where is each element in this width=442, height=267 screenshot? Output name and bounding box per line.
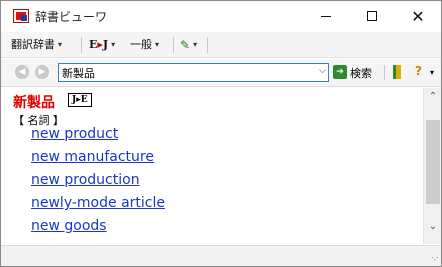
minimize-icon <box>321 15 331 17</box>
dictionary-app-icon <box>13 9 29 23</box>
close-icon: ✕ <box>411 6 425 26</box>
toolbar-separator <box>384 65 385 80</box>
headword: 新製品 <box>13 95 55 111</box>
back-arrow-icon[interactable]: ◀ <box>15 65 29 79</box>
status-bar: ⠐⠔ <box>1 245 441 266</box>
translation-link[interactable]: new manufacture <box>31 149 154 165</box>
chevron-down-icon[interactable]: ⌵ <box>319 66 326 76</box>
general-menu-label: 一般 <box>130 38 152 51</box>
toolbar-separator <box>173 37 174 53</box>
ej-direction-menu[interactable]: E▸J ▾ <box>89 37 115 53</box>
vertical-scrollbar[interactable]: ⌃ ⌄ <box>423 88 441 244</box>
resize-grip-icon[interactable]: ⠐⠔ <box>428 254 439 263</box>
forward-arrow-icon[interactable]: ▶ <box>35 65 49 79</box>
dictionary-viewer-window: 辞書ビューワ ✕ 翻訳辞書 ▾ E▸J ▾ 一般 ▾ ✎ ▾ ◀ ▶ ⌵ <box>0 0 442 267</box>
go-arrow-icon[interactable]: ➔ <box>333 65 347 79</box>
highlight-pen-icon: ✎ <box>180 38 191 52</box>
ej-direction-icon: E▸J <box>89 38 109 51</box>
help-icon[interactable]: ? <box>415 64 422 78</box>
translation-link[interactable]: newly-mode article <box>31 195 165 211</box>
dictionary-badge: J▸E <box>68 93 92 107</box>
translation-link[interactable]: new goods <box>31 218 107 234</box>
dictionary-menu-label: 翻訳辞書 <box>11 38 55 51</box>
search-button[interactable]: 検索 <box>350 65 372 81</box>
window-title: 辞書ビューワ <box>35 10 108 24</box>
chevron-down-icon: ▾ <box>155 40 160 49</box>
toolbar: 翻訳辞書 ▾ E▸J ▾ 一般 ▾ ✎ ▾ <box>1 32 441 58</box>
highlight-menu[interactable]: ✎ ▾ <box>180 37 197 53</box>
search-input[interactable] <box>59 64 312 81</box>
chevron-down-icon: ▾ <box>111 40 116 49</box>
scroll-up-icon[interactable]: ⌃ <box>424 88 442 106</box>
chevron-down-icon[interactable]: ▾ <box>430 68 434 77</box>
translation-link[interactable]: new production <box>31 172 140 188</box>
scrollbar-thumb[interactable] <box>426 120 440 204</box>
translation-link[interactable]: new product <box>31 126 118 142</box>
dictionary-menu[interactable]: 翻訳辞書 ▾ <box>11 37 62 53</box>
chevron-down-icon: ▾ <box>58 40 63 49</box>
minimize-button[interactable] <box>303 1 349 31</box>
search-combobox[interactable]: ⌵ <box>58 63 329 82</box>
result-pane: 新製品 J▸E 【 名詞 】 new product new manufactu… <box>1 88 423 244</box>
general-menu[interactable]: 一般 ▾ <box>130 37 159 53</box>
maximize-button[interactable] <box>349 1 395 31</box>
search-row: ◀ ▶ ⌵ ➔ 検索 ? ▾ <box>1 59 441 87</box>
bookmark-icon[interactable] <box>393 65 401 79</box>
toolbar-separator <box>81 37 82 53</box>
scroll-down-icon[interactable]: ⌄ <box>424 218 442 236</box>
maximize-icon <box>367 11 377 21</box>
title-bar[interactable]: 辞書ビューワ ✕ <box>1 1 441 31</box>
chevron-down-icon: ▾ <box>193 40 198 49</box>
close-button[interactable]: ✕ <box>395 1 441 31</box>
toolbar-separator <box>207 37 208 53</box>
